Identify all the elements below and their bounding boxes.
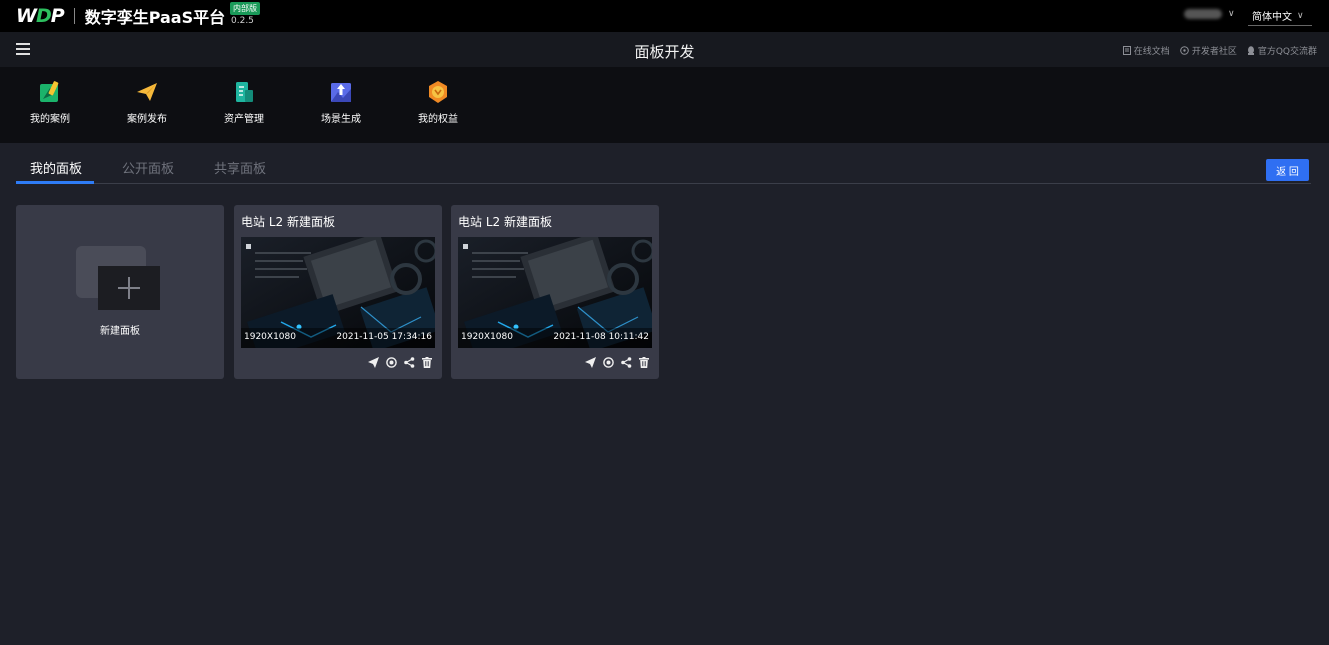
logo-text: WDP xyxy=(16,5,65,27)
docs-link[interactable]: 在线文档 xyxy=(1122,44,1170,57)
toolbar-item-label: 我的权益 xyxy=(418,114,458,125)
tab-shared-panels[interactable]: 共享面板 xyxy=(214,158,266,177)
edition-badge: 内部版 xyxy=(230,2,260,15)
toolbar-item-my-benefits[interactable]: 我的权益 xyxy=(403,80,473,125)
toolbar-item-label: 我的案例 xyxy=(30,114,70,125)
title-bar: 面板开发 在线文档 开发者社区 官方QQ交流群 xyxy=(0,32,1329,67)
panel-tabs: 我的面板 公开面板 共享面板 xyxy=(16,143,1311,184)
publish-icon[interactable] xyxy=(367,356,379,368)
panel-actions xyxy=(367,356,433,368)
panel-title: 电站 L2 新建面板 xyxy=(458,215,552,229)
back-button[interactable]: 返 回 xyxy=(1266,159,1309,181)
chevron-down-icon: ∨ xyxy=(1228,9,1235,19)
community-link[interactable]: 开发者社区 xyxy=(1180,44,1237,57)
asset-icon xyxy=(236,82,253,102)
toolbar-item-my-cases[interactable]: 我的案例 xyxy=(15,80,85,125)
panel-card[interactable]: 电站 L2 新建面板 1920X1080 202 xyxy=(234,205,442,379)
tab-public-panels[interactable]: 公开面板 xyxy=(122,158,174,177)
top-links: 在线文档 开发者社区 官方QQ交流群 xyxy=(1122,44,1317,57)
toolbar-item-label: 场景生成 xyxy=(321,114,361,125)
docs-link-label: 在线文档 xyxy=(1133,47,1170,57)
delete-icon[interactable] xyxy=(638,356,650,368)
language-select[interactable]: 简体中文 ∨ xyxy=(1248,6,1312,26)
panel-resolution: 1920X1080 xyxy=(461,332,513,342)
publish-icon[interactable] xyxy=(584,356,596,368)
case-icon xyxy=(40,81,59,102)
panel-card[interactable]: 电站 L2 新建面板 1920X1080 202 xyxy=(451,205,659,379)
badge-icon xyxy=(429,81,447,103)
toolbar-item-label: 资产管理 xyxy=(224,114,264,125)
logo[interactable]: WDP 数字孪生PaaS平台 xyxy=(16,5,225,27)
panel-timestamp: 2021-11-05 17:34:16 xyxy=(336,332,432,342)
panel-resolution: 1920X1080 xyxy=(244,332,296,342)
chevron-down-icon: ∨ xyxy=(1297,10,1304,21)
share-icon[interactable] xyxy=(620,356,632,368)
user-menu[interactable]: ∨ xyxy=(1184,9,1235,19)
paper-plane-icon xyxy=(137,83,157,101)
share-icon[interactable] xyxy=(403,356,415,368)
feature-toolbar: 我的案例 案例发布 资产管理 场景生成 我的权益 xyxy=(0,67,1329,143)
community-link-label: 开发者社区 xyxy=(1191,47,1237,57)
new-panel-label: 新建面板 xyxy=(100,326,140,337)
document-icon xyxy=(1122,46,1131,55)
panel-title: 电站 L2 新建面板 xyxy=(241,215,335,229)
qq-icon xyxy=(1247,46,1254,55)
toolbar-item-scene-generation[interactable]: 场景生成 xyxy=(306,80,376,125)
active-tab-indicator xyxy=(16,181,94,184)
toolbar-item-asset-management[interactable]: 资产管理 xyxy=(209,80,279,125)
toolbar-item-label: 案例发布 xyxy=(127,114,167,125)
community-icon xyxy=(1180,46,1189,55)
top-bar: WDP 数字孪生PaaS平台 内部版 0.2.5 ∨ 简体中文 ∨ xyxy=(0,0,1329,32)
panel-actions xyxy=(584,356,650,368)
qq-group-link[interactable]: 官方QQ交流群 xyxy=(1247,44,1317,57)
brand-name: 数字孪生PaaS平台 xyxy=(84,8,226,27)
username-redacted xyxy=(1184,9,1222,19)
delete-icon[interactable] xyxy=(421,356,433,368)
version-label: 0.2.5 xyxy=(231,16,254,26)
preview-icon[interactable] xyxy=(385,356,397,368)
new-panel-card[interactable]: 新建面板 xyxy=(16,205,224,379)
toolbar-item-case-publish[interactable]: 案例发布 xyxy=(112,80,182,125)
language-label: 简体中文 xyxy=(1252,12,1292,23)
panel-thumbnail[interactable]: 1920X1080 2021-11-08 10:11:42 xyxy=(458,237,652,348)
preview-icon[interactable] xyxy=(602,356,614,368)
tab-my-panels[interactable]: 我的面板 xyxy=(30,158,82,177)
qq-group-link-label: 官方QQ交流群 xyxy=(1257,47,1317,57)
logo-divider xyxy=(73,8,75,24)
scene-upload-icon xyxy=(331,83,351,102)
add-panel-icon xyxy=(76,246,160,310)
panel-thumbnail[interactable]: 1920X1080 2021-11-05 17:34:16 xyxy=(241,237,435,348)
panel-timestamp: 2021-11-08 10:11:42 xyxy=(553,332,649,342)
